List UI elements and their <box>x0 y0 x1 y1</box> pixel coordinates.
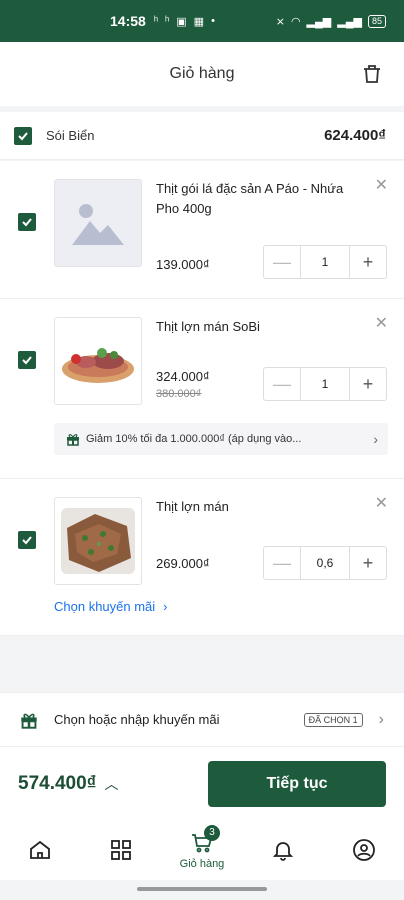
trash-icon[interactable] <box>360 62 384 86</box>
shop-name: Sói Biển <box>46 128 95 143</box>
chevron-right-icon: › <box>163 599 168 614</box>
voucher-selected-tag: ĐÃ CHỌN 1 <box>303 712 363 727</box>
nav-notifications[interactable] <box>253 838 313 862</box>
battery-icon: 85 <box>367 14 386 28</box>
continue-button[interactable]: Tiếp tục <box>208 760 386 807</box>
increase-button[interactable]: + <box>350 246 386 278</box>
app-icon: ▣ <box>176 15 187 28</box>
nav-cart[interactable]: 3 Giỏ hàng <box>172 824 232 870</box>
promo-text: Giảm 10% tối đa 1.000.000₫ (áp dụng vào.… <box>86 433 302 445</box>
decrease-button[interactable]: — <box>264 368 300 400</box>
check-icon <box>22 218 32 227</box>
chevron-right-icon: › <box>373 431 378 447</box>
signal-icon: ▂▄▆ <box>337 15 362 28</box>
bell-icon <box>272 842 293 861</box>
app-icon: ▦ <box>193 15 205 28</box>
quantity-value[interactable]: 1 <box>300 368 350 400</box>
choose-promo-link[interactable]: Chọn khuyến mãi › <box>54 599 168 614</box>
voucher-text: Chọn hoặc nhập khuyến mãi <box>54 712 220 727</box>
home-icon <box>30 840 51 859</box>
remove-item-icon[interactable]: ✕ <box>375 175 388 195</box>
nav-cart-label: Giỏ hàng <box>179 857 225 870</box>
cart-item: Thịt lợn mán SoBi 324.000₫ 380.000₫ ✕ — … <box>0 299 404 479</box>
product-price: 269.000₫ <box>156 556 210 571</box>
quantity-stepper: — 1 + <box>263 245 387 279</box>
product-name[interactable]: Thịt gói lá đặc sản A Páo - Nhứa Pho 400… <box>156 179 356 219</box>
gift-icon <box>21 713 37 729</box>
shop-total: 624.400₫ <box>324 127 386 144</box>
quantity-stepper: — 1 + <box>263 367 387 401</box>
signal-icon: ▂▄▆ <box>306 15 332 28</box>
image-placeholder-icon <box>72 204 124 245</box>
header: Giỏ hàng <box>0 42 404 106</box>
status-bar: 14:58 ʰ ʰ ▣ ▦ • ⨯ ◠ ▂▄▆ ▂▄▆ 85 <box>0 0 404 42</box>
order-total[interactable]: 574.400₫ <box>18 773 96 795</box>
shop-checkbox[interactable] <box>14 126 32 145</box>
chevron-up-icon[interactable]: ︿ <box>104 774 118 794</box>
user-icon <box>352 839 375 861</box>
wifi-icon: ◠ <box>290 15 301 28</box>
product-name[interactable]: Thịt lợn mán <box>156 497 356 517</box>
system-icons: ⨯ ◠ ▂▄▆ ▂▄▆ 85 <box>275 14 386 28</box>
quantity-value[interactable]: 1 <box>300 246 350 278</box>
dot-icon: • <box>211 15 215 27</box>
product-name[interactable]: Thịt lợn mán SoBi <box>156 317 356 337</box>
shop-row: Sói Biển 624.400₫ <box>0 112 404 160</box>
home-indicator <box>137 887 267 891</box>
cart-badge: 3 <box>203 824 220 841</box>
increase-button[interactable]: + <box>350 547 386 579</box>
app-icon: ʰ <box>153 15 159 27</box>
product-price: 324.000₫ <box>156 369 210 384</box>
gift-icon <box>67 434 79 446</box>
check-icon <box>18 131 28 140</box>
check-icon <box>22 356 32 365</box>
grid-icon <box>111 840 132 860</box>
cooked-pork-photo <box>61 508 135 574</box>
checkout-bar: 574.400₫ ︿ Tiếp tục <box>0 746 404 820</box>
remove-item-icon[interactable]: ✕ <box>375 493 388 513</box>
quantity-stepper: — 0,6 + <box>263 546 387 580</box>
status-time: 14:58 <box>110 13 146 29</box>
nav-home[interactable] <box>10 838 70 862</box>
decrease-button[interactable]: — <box>264 246 300 278</box>
product-image[interactable] <box>54 179 142 267</box>
chevron-right-icon: › <box>378 710 384 728</box>
nav-account[interactable] <box>334 838 394 862</box>
product-old-price: 380.000₫ <box>156 388 202 400</box>
nav-categories[interactable] <box>91 838 151 862</box>
item-promo[interactable]: Giảm 10% tối đa 1.000.000₫ (áp dụng vào.… <box>54 423 388 455</box>
decrease-button[interactable]: — <box>264 547 300 579</box>
product-image[interactable] <box>54 317 142 405</box>
product-price: 139.000₫ <box>156 257 210 272</box>
quantity-value[interactable]: 0,6 <box>300 547 350 579</box>
check-icon <box>22 536 32 545</box>
voucher-row[interactable]: Chọn hoặc nhập khuyến mãi ĐÃ CHỌN 1 › <box>0 692 404 746</box>
choose-promo-label: Chọn khuyến mãi <box>54 599 156 614</box>
item-checkbox[interactable] <box>18 213 36 231</box>
remove-item-icon[interactable]: ✕ <box>375 313 388 333</box>
cart-item: Thịt lợn mán 269.000₫ ✕ — 0,6 + Chọn khu… <box>0 479 404 636</box>
page-title: Giỏ hàng <box>169 65 235 82</box>
increase-button[interactable]: + <box>350 368 386 400</box>
bottom-nav: 3 Giỏ hàng <box>0 820 404 880</box>
item-checkbox[interactable] <box>18 531 36 549</box>
meat-platter-photo <box>62 348 134 383</box>
product-image[interactable] <box>54 497 142 585</box>
notification-icons: ʰ ʰ ▣ ▦ • <box>154 15 215 28</box>
item-checkbox[interactable] <box>18 351 36 369</box>
cart-item: Thịt gói lá đặc sản A Páo - Nhứa Pho 400… <box>0 161 404 299</box>
mute-icon: ⨯ <box>275 15 285 28</box>
app-icon: ʰ <box>165 15 170 27</box>
